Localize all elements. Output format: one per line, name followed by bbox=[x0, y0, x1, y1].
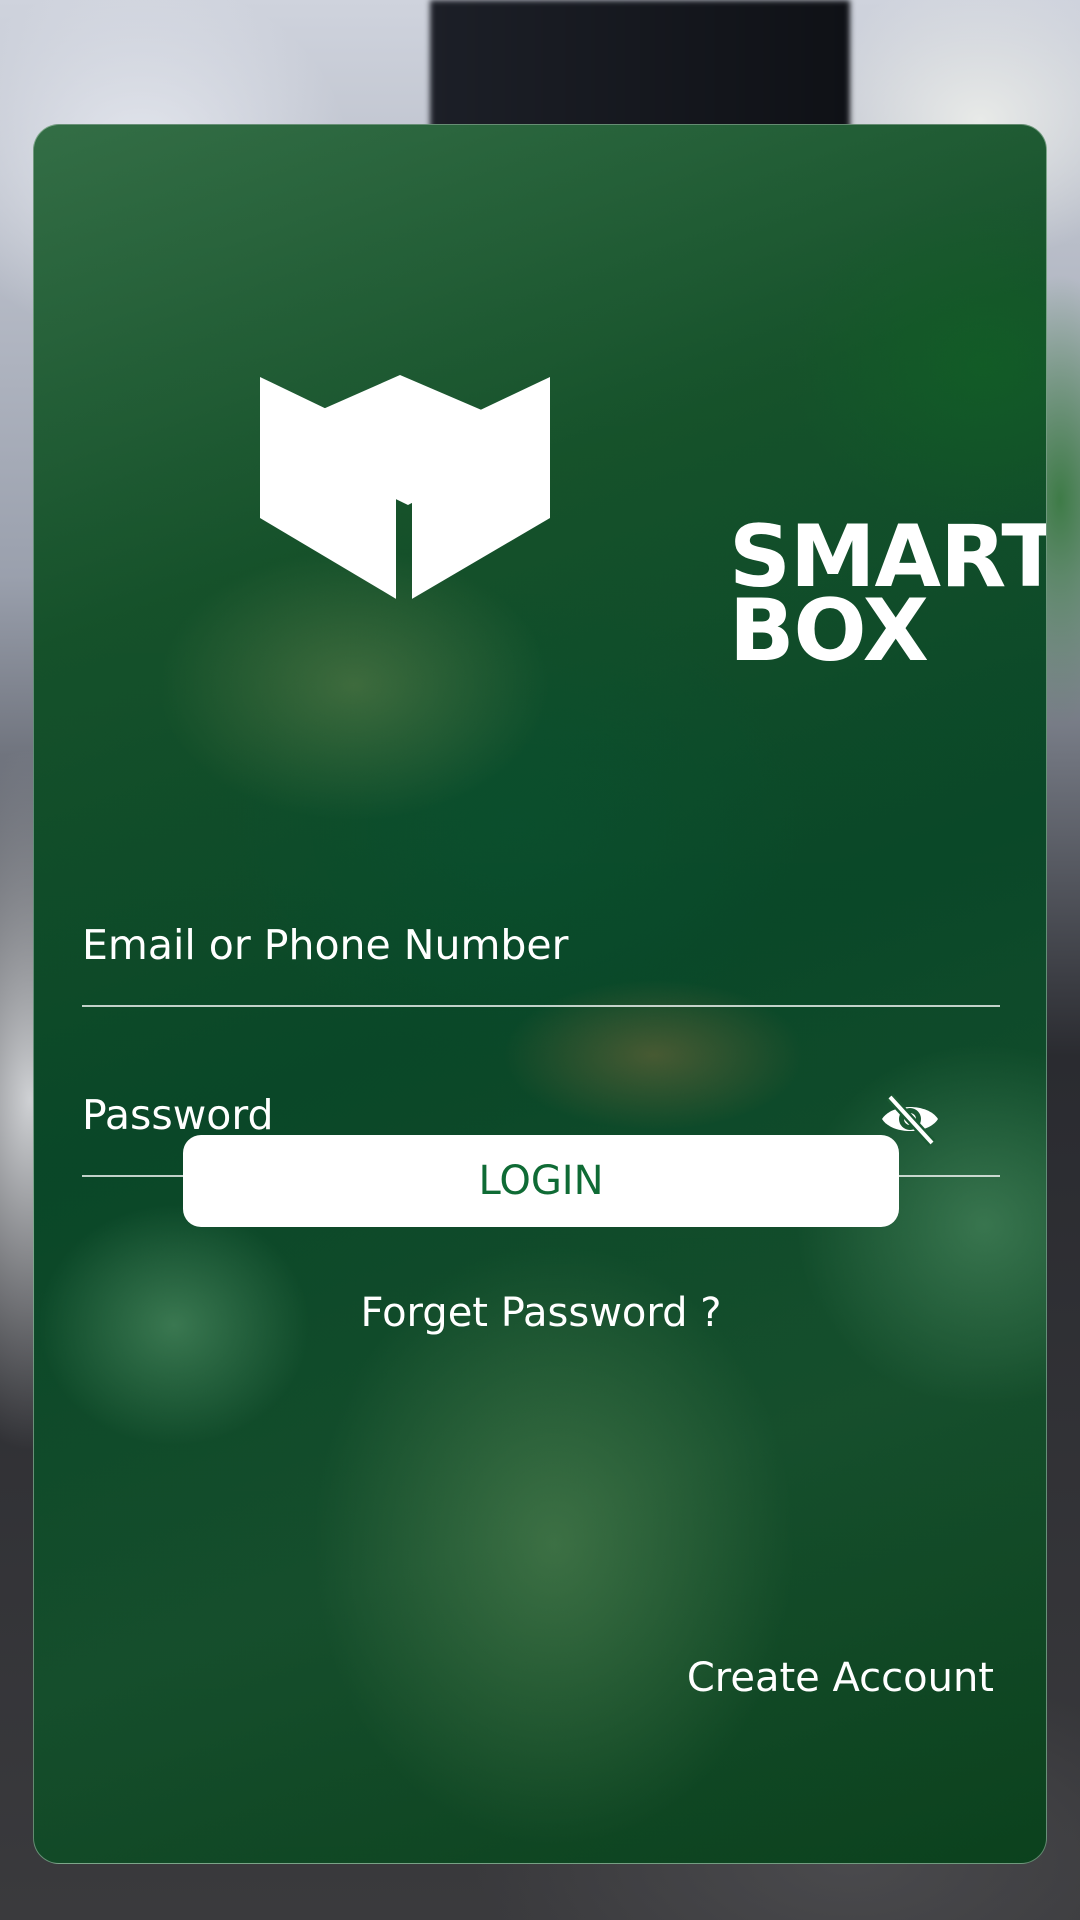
login-card: SMART BOX Email or Phone Number Password… bbox=[33, 124, 1047, 1864]
email-placeholder: Email or Phone Number bbox=[82, 921, 569, 969]
forget-password-link[interactable]: Forget Password ? bbox=[34, 1290, 1046, 1336]
brand-wordmark: SMART BOX bbox=[729, 514, 1046, 674]
background-monitor bbox=[430, 0, 850, 140]
smartbox-logo: SMART BOX bbox=[224, 315, 1046, 674]
login-button[interactable]: LOGIN bbox=[183, 1135, 899, 1227]
password-placeholder: Password bbox=[82, 1091, 274, 1139]
create-account-link[interactable]: Create Account bbox=[687, 1655, 994, 1701]
email-field[interactable]: Email or Phone Number bbox=[82, 867, 1000, 1007]
cube-icon bbox=[260, 375, 550, 599]
